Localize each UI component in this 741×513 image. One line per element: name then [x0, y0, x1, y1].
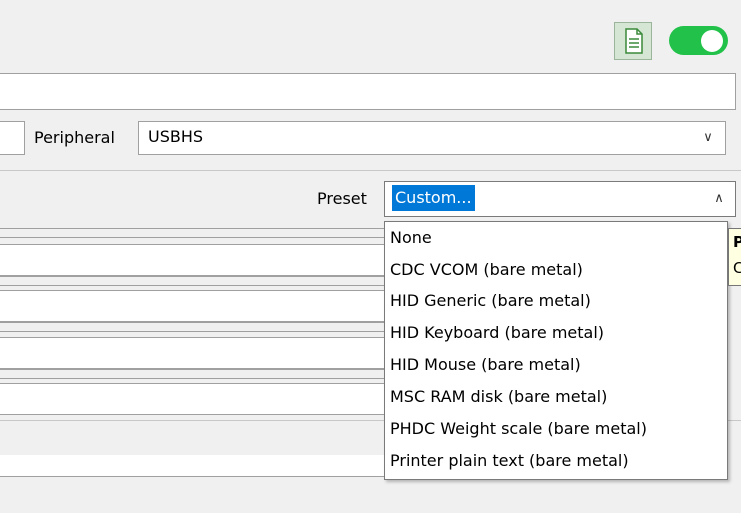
background-field[interactable]: [0, 337, 398, 369]
dropdown-item-none[interactable]: None: [390, 223, 432, 252]
chevron-down-icon[interactable]: ∨: [695, 121, 721, 155]
left-partial-field[interactable]: [0, 121, 25, 155]
background-field: [0, 228, 398, 238]
dropdown-item-printer-plain-text[interactable]: Printer plain text (bare metal): [390, 446, 629, 475]
tooltip-line-1: P: [733, 229, 741, 255]
dropdown-item-phdc-weight-scale[interactable]: PHDC Weight scale (bare metal): [390, 414, 647, 443]
section-divider: [0, 170, 741, 171]
dropdown-item-cdc-vcom[interactable]: CDC VCOM (bare metal): [390, 255, 583, 284]
chevron-up-icon[interactable]: ∧: [706, 185, 732, 213]
document-icon: [625, 28, 643, 54]
preset-label: Preset: [317, 189, 367, 208]
background-field: [0, 276, 398, 286]
preset-value[interactable]: Custom...: [392, 185, 475, 211]
dropdown-item-hid-keyboard[interactable]: HID Keyboard (bare metal): [390, 318, 604, 347]
tooltip-line-2: C: [733, 255, 741, 281]
toggle-knob: [701, 30, 723, 52]
background-field[interactable]: [0, 383, 398, 415]
dropdown-item-hid-mouse[interactable]: HID Mouse (bare metal): [390, 350, 581, 379]
background-field: [0, 322, 398, 332]
tooltip: P C: [728, 228, 741, 286]
background-field[interactable]: [0, 244, 398, 276]
background-field[interactable]: [0, 290, 398, 322]
peripheral-select[interactable]: [138, 121, 726, 155]
dropdown-item-hid-generic[interactable]: HID Generic (bare metal): [390, 286, 591, 315]
document-button[interactable]: [614, 22, 652, 60]
peripheral-label: Peripheral: [34, 128, 115, 147]
background-field: [0, 369, 398, 379]
name-field[interactable]: [0, 73, 736, 110]
peripheral-value: USBHS: [148, 127, 204, 146]
dropdown-item-msc-ram-disk[interactable]: MSC RAM disk (bare metal): [390, 382, 607, 411]
